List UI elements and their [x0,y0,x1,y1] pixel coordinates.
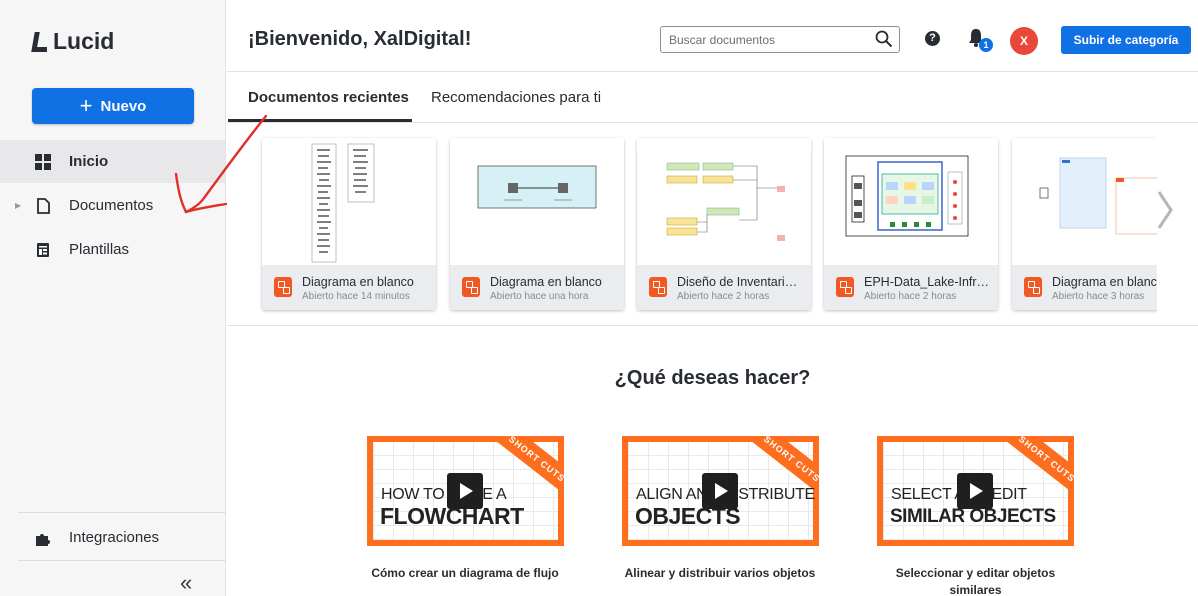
document-title: Diagrama en blanco [302,275,414,289]
document-title: Diagrama en blanco [1052,275,1157,289]
document-card[interactable]: Diagrama en blanco Abierto hace 14 minut… [262,138,436,310]
document-thumbnail [450,138,624,265]
template-icon [37,242,49,257]
play-icon[interactable] [447,473,483,509]
search-icon[interactable] [875,30,893,48]
help-icon[interactable]: ? [925,31,940,46]
lucidchart-doc-icon [836,277,854,297]
sidebar-divider [18,512,226,513]
video-caption[interactable]: Cómo crear un diagrama de flujo [350,565,580,582]
lucidchart-doc-icon [274,277,292,297]
sidebar: Lucid + Nuevo Inicio ▶ Documentos Planti… [0,0,226,596]
upgrade-button[interactable]: Subir de categoría [1061,26,1191,54]
document-title: Diseño de Inventari… [677,275,798,289]
document-card[interactable]: Diagrama en blanco Abierto hace una hora [450,138,624,310]
document-card-info: Diagrama en blanco Abierto hace 3 horas [1012,265,1157,310]
video-heading-line2: SIMILAR OBJECTS [890,506,1056,527]
document-card[interactable]: Diagrama en blanco Abierto hace 3 horas [1012,138,1157,310]
search-box[interactable] [660,26,900,53]
document-opened-time: Abierto hace 14 minutos [302,291,410,302]
plus-icon: + [79,93,93,118]
section-divider [227,325,1198,326]
document-opened-time: Abierto hace 2 horas [864,291,957,302]
chevron-right-icon[interactable] [1155,188,1175,232]
document-title: Diagrama en blanco [490,275,602,289]
document-thumbnail [1012,138,1157,265]
tab-recommendations[interactable]: Recomendaciones para ti [431,89,601,106]
video-tutorial-flowchart[interactable]: SHORT CUTS HOW TO MAKE A FLOWCHART [367,436,564,546]
document-thumbnail [637,138,811,265]
video-caption[interactable]: Alinear y distribuir varios objetos [605,565,835,582]
lucidchart-doc-icon [649,277,667,297]
document-opened-time: Abierto hace una hora [490,291,589,302]
document-opened-time: Abierto hace 2 horas [677,291,770,302]
document-card-info: EPH-Data_Lake-Infr… Abierto hace 2 horas [824,265,998,310]
recent-documents-carousel: Diagrama en blanco Abierto hace 14 minut… [227,123,1157,323]
sidebar-item-label: Documentos [69,197,154,214]
sidebar-item-label: Integraciones [69,529,160,546]
sidebar-item-label: Inicio [69,153,109,170]
sidebar-item-plantillas[interactable]: Plantillas [0,228,225,271]
document-card[interactable]: EPH-Data_Lake-Infr… Abierto hace 2 horas [824,138,998,310]
sidebar-item-label: Plantillas [69,241,130,258]
document-card-info: Diagrama en blanco Abierto hace 14 minut… [262,265,436,310]
search-input[interactable] [669,27,869,52]
collapse-sidebar-icon[interactable]: « [180,570,192,596]
logo-text: Lucid [53,28,115,54]
notifications-button[interactable]: 1 [967,28,993,52]
video-heading-line1: HOW TO MAKE A [381,486,507,503]
document-thumbnail [262,138,436,265]
document-opened-time: Abierto hace 3 horas [1052,291,1145,302]
lucidchart-doc-icon [462,277,480,297]
lucid-logo[interactable]: Lucid [33,28,114,55]
tab-recent-documents[interactable]: Documentos recientes [248,89,409,106]
new-button-label: Nuevo [100,97,147,115]
document-card-info: Diseño de Inventari… Abierto hace 2 hora… [637,265,811,310]
notification-badge: 1 [979,38,993,52]
sidebar-item-integraciones[interactable]: Integraciones [0,516,225,559]
annotation-arrow-icon [174,114,268,214]
document-card[interactable]: Diseño de Inventari… Abierto hace 2 hora… [637,138,811,310]
expand-caret-icon[interactable]: ▶ [15,201,21,210]
grid-icon [35,153,51,170]
document-icon [37,197,50,214]
header-divider [227,71,1198,72]
document-thumbnail [824,138,998,265]
avatar[interactable]: X [1010,27,1038,55]
lucid-logo-icon [33,32,47,52]
play-icon[interactable] [702,473,738,509]
section-title: ¿Qué deseas hacer? [614,367,811,389]
lucidchart-doc-icon [1024,277,1042,297]
play-icon[interactable] [957,473,993,509]
sidebar-divider [18,560,226,561]
video-caption[interactable]: Seleccionar y editar objetos similares [888,565,1063,596]
page-title: ¡Bienvenido, XalDigital! [248,28,472,50]
document-title: EPH-Data_Lake-Infr… [864,275,990,289]
puzzle-icon [36,533,50,546]
document-card-info: Diagrama en blanco Abierto hace una hora [450,265,624,310]
video-tutorial-align[interactable]: SHORT CUTS ALIGN AND DISTRIBUTE OBJECTS [622,436,819,546]
video-tutorial-select[interactable]: SHORT CUTS SELECT AND EDIT SIMILAR OBJEC… [877,436,1074,546]
